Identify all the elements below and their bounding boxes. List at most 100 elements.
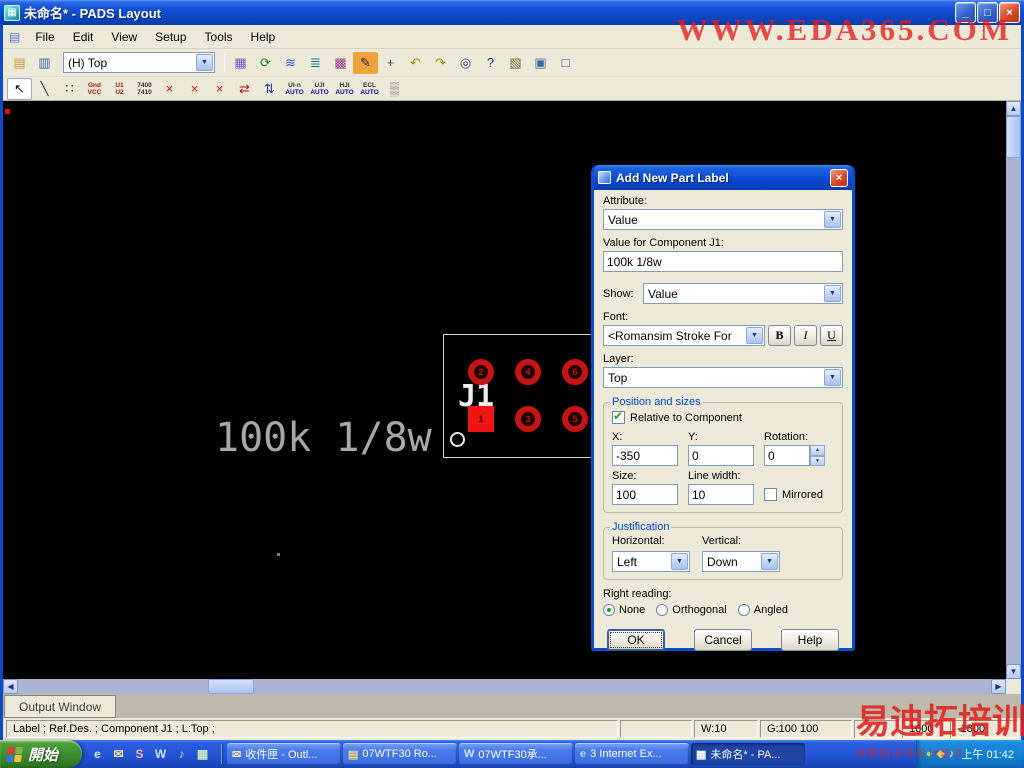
board-icon[interactable]: ▦: [228, 52, 253, 74]
hscroll-track[interactable]: [18, 679, 991, 694]
task-word[interactable]: W 07WTF30承...: [459, 743, 573, 765]
redo-icon[interactable]: ↷: [428, 52, 453, 74]
scroll-right-icon[interactable]: ▶: [991, 679, 1006, 694]
scroll-up-icon[interactable]: ▲: [1006, 101, 1021, 116]
size-input[interactable]: [612, 484, 678, 505]
x-input[interactable]: [612, 445, 678, 466]
task-folder[interactable]: ▤ 07WTF30 Ro...: [343, 743, 457, 765]
save-icon[interactable]: ▥: [32, 52, 57, 74]
select-tool-icon[interactable]: ↖: [7, 77, 32, 100]
chevron-down-icon[interactable]: ▼: [196, 54, 213, 71]
layers-icon[interactable]: ≣: [303, 52, 328, 74]
tab-output-window[interactable]: Output Window: [4, 695, 117, 718]
layer-select-combo[interactable]: Top ▼: [603, 367, 843, 388]
relative-to-component-checkbox[interactable]: ✔: [612, 409, 625, 424]
delete-part-icon[interactable]: ×: [157, 78, 182, 100]
menu-help[interactable]: Help: [242, 27, 285, 47]
chevron-down-icon[interactable]: ▼: [824, 211, 841, 228]
quicklaunch-sw[interactable]: S: [130, 745, 149, 764]
swap-icon[interactable]: ⇄: [232, 78, 257, 100]
hscroll-thumb[interactable]: [208, 679, 254, 694]
dither-icon[interactable]: ▒: [382, 78, 407, 100]
line-width-input[interactable]: [688, 484, 754, 505]
spin-up-icon[interactable]: ▲: [810, 445, 825, 456]
vscroll-thumb[interactable]: [1006, 116, 1021, 158]
show-combo[interactable]: Value ▼: [643, 283, 843, 304]
open-icon[interactable]: ▤: [7, 52, 32, 74]
undo-icon[interactable]: ↶: [403, 52, 428, 74]
quicklaunch-media[interactable]: ♪: [172, 745, 191, 764]
redraw-icon[interactable]: ⟳: [253, 52, 278, 74]
zoom-icon[interactable]: ◎: [453, 52, 478, 74]
vertical-combo[interactable]: Down ▼: [702, 551, 780, 572]
quicklaunch-mail[interactable]: ✉: [109, 745, 128, 764]
delete-pin-icon[interactable]: ×: [207, 78, 232, 100]
new-window-icon[interactable]: □: [553, 52, 578, 74]
cluster-tool-icon[interactable]: ∷: [57, 78, 82, 100]
mirrored-checkbox[interactable]: [764, 488, 777, 501]
quicklaunch-ie[interactable]: e: [88, 745, 107, 764]
design-toolbar-icon[interactable]: +: [378, 52, 403, 74]
menu-edit[interactable]: Edit: [64, 27, 103, 47]
font-combo[interactable]: <Romansim Stroke For ▼: [603, 325, 765, 346]
ole-icon[interactable]: ▣: [528, 52, 553, 74]
selection-filter-icon[interactable]: ▧: [503, 52, 528, 74]
underline-button[interactable]: U: [820, 325, 843, 346]
tune-icon[interactable]: ⇅: [257, 78, 282, 100]
right-reading-orthogonal-radio[interactable]: Orthogonal: [656, 604, 727, 616]
auto-ecl-icon[interactable]: ECL AUTO: [357, 78, 382, 100]
7400-7410-icon[interactable]: 7400 7410: [132, 78, 157, 100]
rotation-spinner[interactable]: ▲ ▼: [810, 445, 825, 466]
chevron-down-icon[interactable]: ▼: [824, 369, 841, 386]
pad-5[interactable]: 5: [562, 406, 588, 432]
task-pads[interactable]: ▦ 未命名* - PA...: [691, 743, 805, 765]
chevron-down-icon[interactable]: ▼: [671, 553, 688, 570]
value-input[interactable]: [603, 251, 843, 272]
horizontal-scrollbar[interactable]: ◀ ▶: [3, 679, 1021, 694]
nets-icon[interactable]: ≋: [278, 52, 303, 74]
horizontal-combo[interactable]: Left ▼: [612, 551, 690, 572]
attribute-combo[interactable]: Value ▼: [603, 209, 843, 230]
vscroll-track[interactable]: [1006, 116, 1021, 664]
pad-3[interactable]: 3: [515, 406, 541, 432]
pad-6[interactable]: 6: [562, 359, 588, 385]
pcb-canvas[interactable]: J1 100k 1/8w 246135 ▲ ▼: [3, 101, 1021, 679]
pad-1[interactable]: 1: [468, 406, 494, 432]
quicklaunch-desktop[interactable]: ▦: [193, 745, 212, 764]
help-button[interactable]: Help: [781, 629, 839, 651]
menu-setup[interactable]: Setup: [146, 27, 195, 47]
u1-u2-icon[interactable]: U1 U2: [107, 78, 132, 100]
layer-combo[interactable]: (H) Top ▼: [63, 52, 215, 73]
chevron-down-icon[interactable]: ▼: [824, 285, 841, 302]
bold-button[interactable]: B: [768, 325, 791, 346]
chevron-down-icon[interactable]: ▼: [746, 327, 763, 344]
auto-rename-icon[interactable]: Ul-n AUTO: [282, 78, 307, 100]
pad-4[interactable]: 4: [515, 359, 541, 385]
auto-h-icon[interactable]: HJl AUTO: [332, 78, 357, 100]
italic-button[interactable]: I: [794, 325, 817, 346]
rotation-input[interactable]: [764, 445, 810, 466]
quicklaunch-word[interactable]: W: [151, 745, 170, 764]
display-colors-icon[interactable]: ▩: [328, 52, 353, 74]
menu-file[interactable]: File: [26, 27, 63, 47]
menu-tools[interactable]: Tools: [196, 27, 242, 47]
menu-view[interactable]: View: [102, 27, 146, 47]
task-ie[interactable]: e 3 Internet Ex...: [575, 743, 689, 765]
spin-down-icon[interactable]: ▼: [810, 455, 825, 466]
query-icon[interactable]: ?: [478, 52, 503, 74]
right-reading-angled-radio[interactable]: Angled: [737, 604, 788, 616]
task-outlook[interactable]: ✉ 收件匣 - Outl...: [227, 743, 341, 765]
right-reading-none-radio[interactable]: None: [603, 604, 645, 616]
start-button[interactable]: 開始: [0, 740, 82, 768]
scroll-down-icon[interactable]: ▼: [1006, 664, 1021, 679]
delete-net-icon[interactable]: ×: [182, 78, 207, 100]
line-tool-icon[interactable]: ╲: [32, 78, 57, 100]
dialog-close-button[interactable]: ×: [830, 168, 848, 187]
gnd-vcc-icon[interactable]: Gnd VCC: [82, 78, 107, 100]
drafting-toolbar-icon[interactable]: ✎: [353, 51, 378, 74]
chevron-down-icon[interactable]: ▼: [761, 553, 778, 570]
scroll-left-icon[interactable]: ◀: [3, 679, 18, 694]
ok-button[interactable]: OK: [607, 629, 665, 651]
vertical-scrollbar[interactable]: ▲ ▼: [1006, 101, 1021, 679]
pad-2[interactable]: 2: [468, 359, 494, 385]
